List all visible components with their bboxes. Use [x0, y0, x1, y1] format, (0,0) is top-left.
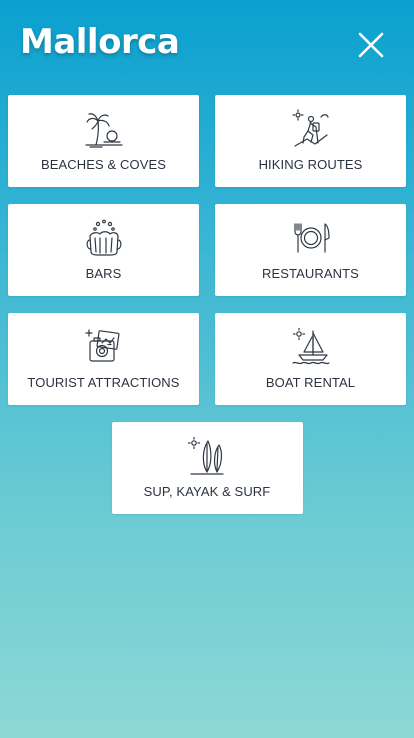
sailboat-icon: [291, 327, 330, 365]
category-label: BARS: [85, 266, 122, 281]
category-card-beaches[interactable]: BEACHES & COVES: [8, 95, 199, 187]
category-card-hiking[interactable]: HIKING ROUTES: [215, 95, 406, 187]
category-card-attractions[interactable]: TOURIST ATTRACTIONS: [8, 313, 199, 405]
category-card-restaurants[interactable]: RESTAURANTS: [215, 204, 406, 296]
header: Mallorca: [0, 0, 414, 90]
category-label: HIKING ROUTES: [258, 157, 363, 172]
category-label: BOAT RENTAL: [265, 375, 356, 390]
menu-screen: Mallorca BEACHES & COVES HIKING ROUTES B…: [0, 0, 414, 738]
category-label: BEACHES & COVES: [40, 157, 167, 172]
beach-palm-icon: [84, 113, 123, 148]
beer-mug-icon: [86, 219, 121, 256]
category-label: RESTAURANTS: [262, 266, 359, 281]
hiker-icon: [291, 109, 329, 147]
page-title: Mallorca: [20, 22, 180, 62]
category-grid: BEACHES & COVES HIKING ROUTES BARS RESTA…: [8, 95, 406, 514]
surfboard-icon: [187, 436, 224, 475]
category-label: SUP, KAYAK & SURF: [143, 484, 271, 499]
close-icon: [358, 32, 384, 58]
close-button[interactable]: [352, 26, 390, 64]
category-card-boat-rental[interactable]: BOAT RENTAL: [215, 313, 406, 405]
category-label: TOURIST ATTRACTIONS: [27, 375, 180, 390]
plate-cutlery-icon: [293, 223, 330, 253]
category-card-bars[interactable]: BARS: [8, 204, 199, 296]
category-card-sup-kayak-surf[interactable]: SUP, KAYAK & SURF: [111, 422, 303, 514]
camera-photo-icon: [84, 329, 119, 362]
